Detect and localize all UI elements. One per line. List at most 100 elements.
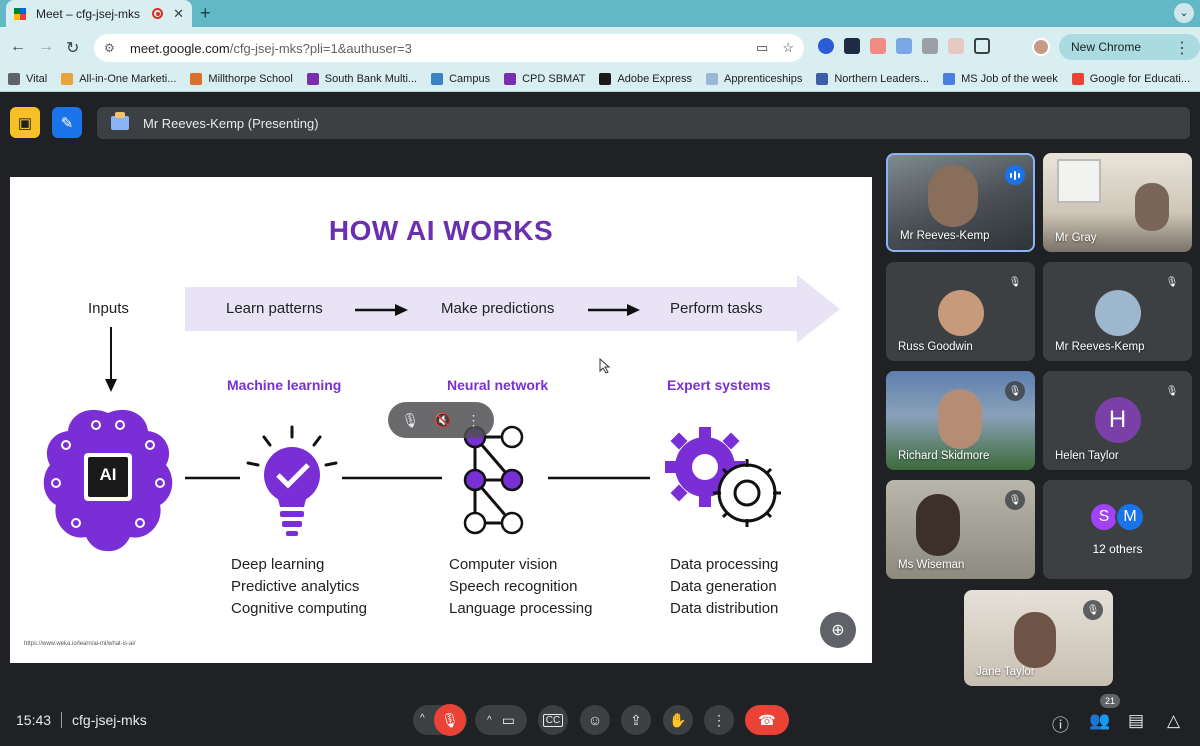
mute-audio-icon[interactable]: 🔇 [434, 412, 451, 429]
leave-call-button[interactable]: ☎ [745, 705, 789, 735]
participant-tile[interactable]: 🎙 Ms Wiseman [886, 480, 1035, 579]
bookmark-item[interactable]: Campus [431, 73, 490, 85]
address-bar[interactable]: ⚙ meet.google.com/cfg-jsej-mks?pli=1&aut… [94, 34, 804, 62]
browser-tab[interactable]: Meet – cfg-jsej-mks ✕ [6, 0, 192, 27]
more-options-button[interactable]: ⋮ [704, 705, 734, 735]
bookmark-item[interactable]: Adobe Express [599, 73, 692, 85]
extension-icon[interactable] [844, 38, 860, 54]
camera-button[interactable]: ^ ▭ [475, 705, 527, 735]
zoom-in-icon: ⊕ [831, 622, 845, 639]
participant-tile[interactable]: 🎙 Mr Reeves-Kemp [1043, 262, 1192, 361]
list-item: Data processing [670, 556, 779, 573]
participant-video [916, 494, 960, 556]
participant-video [1014, 612, 1056, 668]
participant-tile[interactable]: H 🎙 Helen Taylor [1043, 371, 1192, 470]
back-icon[interactable]: ← [10, 38, 26, 56]
reactions-button[interactable]: ☺ [580, 705, 610, 735]
participant-tile[interactable]: Mr Reeves-Kemp [886, 153, 1035, 252]
participant-name: Mr Reeves-Kemp [900, 230, 990, 242]
extensions-puzzle-icon[interactable] [974, 38, 990, 54]
folder-icon [8, 73, 20, 85]
others-tile[interactable]: S M 12 others [1043, 480, 1192, 579]
camera-permission-icon[interactable]: ▭ [756, 40, 768, 56]
bookmark-item[interactable]: Millthorpe School [190, 73, 293, 85]
bookmark-favicon-icon [190, 73, 203, 85]
bookmark-label: Vital [26, 73, 48, 85]
participant-video [1057, 159, 1101, 203]
participant-avatar: H [1094, 397, 1141, 443]
video-options-caret-icon[interactable]: ^ [487, 715, 492, 726]
presenting-label: Mr Reeves-Kemp (Presenting) [143, 115, 319, 131]
extension-icon[interactable] [896, 38, 912, 54]
tab-strip: Meet – cfg-jsej-mks ✕ + ⌄ [0, 0, 1200, 27]
participant-tile[interactable]: 🎙 Richard Skidmore [886, 371, 1035, 470]
end-call-icon: ☎ [758, 711, 776, 728]
bookmark-favicon-icon [61, 73, 74, 85]
more-options-icon[interactable]: ⋮ [467, 412, 481, 429]
stop-presenting-view-icon[interactable]: ▣ [10, 107, 40, 138]
participant-name: Helen Taylor [1055, 450, 1119, 462]
bookmark-item[interactable]: South Bank Multi... [306, 73, 418, 85]
chat-icon[interactable]: ▤ [1128, 711, 1144, 731]
raise-hand-button[interactable]: ✋ [663, 705, 693, 735]
bookmark-item[interactable]: Northern Leaders... [816, 73, 929, 85]
bookmark-favicon-icon [306, 73, 319, 85]
bookmark-item[interactable]: Vital [8, 73, 47, 85]
bookmark-label: South Bank Multi... [324, 73, 418, 85]
presenting-banner: Mr Reeves-Kemp (Presenting) [97, 107, 1190, 139]
raise-hand-icon: ✋ [669, 711, 687, 728]
bookmark-label: Northern Leaders... [834, 73, 930, 85]
participant-tile[interactable]: Mr Gray [1043, 153, 1192, 252]
mute-presenter-icon[interactable]: 🎙 [401, 412, 419, 429]
audio-options-caret-icon[interactable]: ^ [420, 713, 425, 724]
bookmark-favicon-icon [599, 73, 612, 85]
extension-icon[interactable] [818, 38, 834, 54]
bookmark-item[interactable]: All-in-One Marketi... [61, 73, 176, 85]
people-count-badge: 21 [1100, 694, 1120, 708]
captions-button[interactable]: CC [538, 705, 568, 735]
bookmark-item[interactable]: Google for Educati... [1071, 73, 1190, 85]
camera-icon: ▭ [501, 711, 515, 728]
bookmark-favicon-icon [816, 73, 829, 85]
annotate-pen-icon[interactable]: ✎ [52, 107, 82, 138]
muted-mic-icon: 🎙 [1005, 490, 1025, 510]
participant-video [1135, 183, 1169, 231]
extension-icon[interactable] [870, 38, 886, 54]
bookmark-star-icon[interactable]: ☆ [782, 40, 794, 56]
muted-mic-icon: 🎙 [1005, 272, 1025, 292]
chrome-menu-icon[interactable]: ⋮ [1174, 38, 1190, 58]
list-item: Language processing [449, 600, 593, 617]
people-icon[interactable]: 👥 [1089, 711, 1110, 731]
zoom-in-button[interactable]: ⊕ [820, 612, 856, 648]
extension-icon[interactable] [948, 38, 964, 54]
screenshot-extension-icon[interactable] [922, 38, 938, 54]
meeting-info-icon[interactable]: ⓘ [1052, 711, 1069, 736]
profile-avatar[interactable] [1032, 38, 1050, 56]
muted-mic-icon: 🎙 [1005, 381, 1025, 401]
activities-icon[interactable]: △ [1167, 711, 1180, 731]
site-info-icon[interactable]: ⚙ [104, 41, 118, 55]
tab-title: Meet – cfg-jsej-mks [36, 6, 141, 21]
microphone-muted-button[interactable]: 🎙 [434, 704, 466, 736]
bookmark-label: MS Job of the week [961, 73, 1058, 85]
participant-tile[interactable]: 🎙 Russ Goodwin [886, 262, 1035, 361]
bookmark-item[interactable]: Apprenticeships [706, 73, 802, 85]
list-item: Cognitive computing [231, 600, 367, 617]
new-tab-icon[interactable]: + [200, 3, 211, 24]
bookmark-label: Millthorpe School [208, 73, 293, 85]
speaking-indicator-icon [1005, 165, 1025, 185]
category-title: Machine learning [227, 377, 342, 393]
ai-brain-label: AI [99, 465, 117, 484]
list-item: Computer vision [449, 556, 558, 573]
forward-icon[interactable]: → [38, 38, 54, 56]
tab-search-icon[interactable]: ⌄ [1174, 3, 1194, 23]
bookmark-item[interactable]: CPD SBMAT [504, 73, 585, 85]
reload-icon[interactable]: ↻ [66, 38, 79, 58]
present-button[interactable]: ⇪ [621, 705, 651, 735]
bookmark-item[interactable]: MS Job of the week [943, 73, 1058, 85]
close-tab-icon[interactable]: ✕ [173, 6, 184, 22]
emoji-icon: ☺ [587, 712, 603, 728]
list-item: Data distribution [670, 600, 779, 617]
meeting-time: 15:43 [16, 712, 52, 728]
self-view-tile[interactable]: 🎙 Jane Taylor [964, 590, 1113, 686]
